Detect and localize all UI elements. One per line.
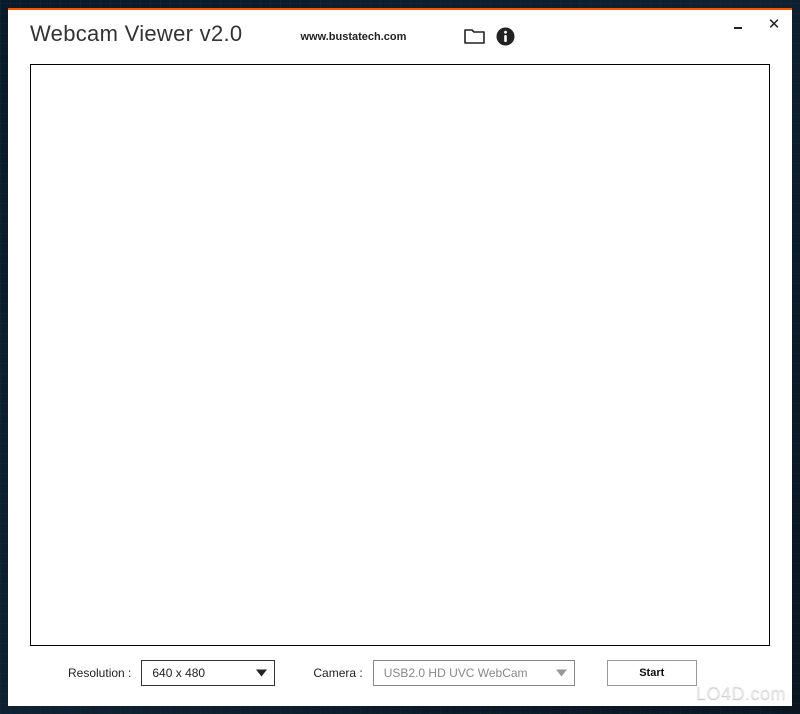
camera-select[interactable]: USB2.0 HD UVC WebCam <box>373 660 575 686</box>
info-icon[interactable] <box>496 27 515 46</box>
resolution-value: 640 x 480 <box>152 666 205 680</box>
video-preview-area <box>30 64 770 646</box>
app-title: Webcam Viewer v2.0 <box>30 21 242 47</box>
chevron-down-icon <box>256 670 267 677</box>
app-window: Webcam Viewer v2.0 www.bustatech.com ✕ <box>8 8 792 706</box>
minimize-button[interactable] <box>732 16 748 32</box>
title-icon-group <box>464 27 515 46</box>
vendor-url: www.bustatech.com <box>300 31 406 43</box>
folder-icon[interactable] <box>464 27 486 45</box>
close-button[interactable]: ✕ <box>766 16 782 32</box>
chevron-down-icon <box>556 670 567 677</box>
resolution-label: Resolution : <box>68 666 131 680</box>
window-controls: ✕ <box>732 16 782 32</box>
camera-value: USB2.0 HD UVC WebCam <box>384 666 528 680</box>
resolution-select[interactable]: 640 x 480 <box>141 660 275 686</box>
start-button-label: Start <box>639 667 664 679</box>
start-button[interactable]: Start <box>607 660 697 686</box>
bottom-toolbar: Resolution : 640 x 480 Camera : USB2.0 H… <box>8 646 792 686</box>
title-bar: Webcam Viewer v2.0 www.bustatech.com ✕ <box>8 10 792 58</box>
camera-label: Camera : <box>313 666 362 680</box>
